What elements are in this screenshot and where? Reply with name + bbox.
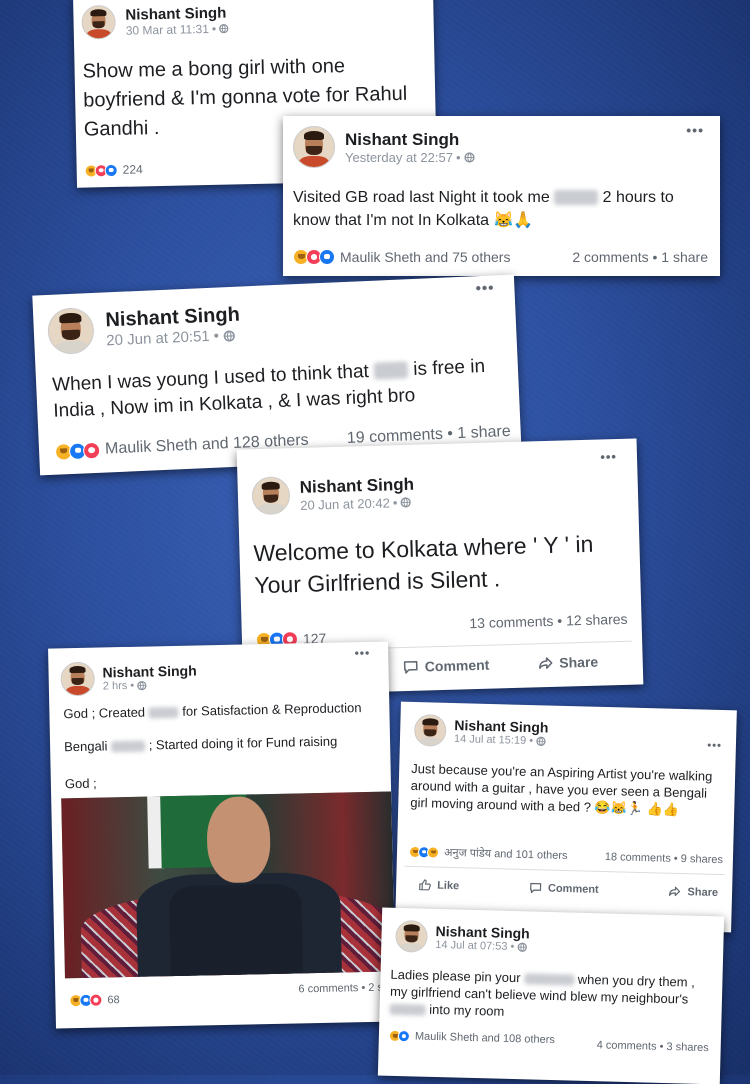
- line2-a: Bengali: [63, 738, 108, 755]
- post-text: Welcome to Kolkata where ' Y ' in Your G…: [253, 530, 594, 599]
- reactions-text[interactable]: अनुज पांडेय and 101 others: [444, 845, 568, 863]
- comment-label: Comment: [424, 656, 490, 675]
- avatar[interactable]: [46, 306, 95, 355]
- globe-icon: [400, 496, 411, 508]
- post-text-part-c: into my room: [429, 1001, 505, 1019]
- post-text: Just because you're an Aspiring Artist y…: [410, 760, 713, 817]
- more-options-icon[interactable]: •••: [686, 122, 704, 138]
- reactions-text[interactable]: Maulik Sheth and 75 others: [340, 249, 510, 265]
- globe-icon: [536, 736, 546, 746]
- reactions-text[interactable]: Maulik Sheth and 108 others: [415, 1030, 555, 1046]
- line1-b: for Satisfaction & Reproduction: [182, 700, 362, 719]
- comment-icon: [403, 660, 418, 674]
- like-reaction-icon: [319, 249, 335, 265]
- post-text: When I was young I used to think that is…: [52, 353, 509, 425]
- author-name[interactable]: Nishant Singh: [102, 662, 196, 680]
- censored-word: [389, 1003, 426, 1016]
- post-text-part-a: Visited GB road last Night it took me: [293, 189, 550, 206]
- reactions-count[interactable]: 224: [123, 162, 143, 176]
- love-reaction-icon: [89, 993, 103, 1007]
- more-options-icon[interactable]: •••: [354, 646, 370, 660]
- censored-word: [148, 706, 179, 719]
- comment-icon: [529, 882, 542, 894]
- comments-shares[interactable]: 2 comments • 1 share: [572, 249, 708, 265]
- line2-b: ; Started doing it for Fund raising: [148, 733, 338, 753]
- censored-word: [554, 190, 599, 206]
- like-reaction-icon: [104, 163, 118, 177]
- post-text: Visited GB road last Night it took me 2 …: [293, 186, 698, 232]
- line3: God ;: [64, 775, 97, 792]
- author-name[interactable]: Nishant Singh: [125, 4, 229, 23]
- post-card-2: ••• Nishant Singh Yesterday at 22:57 • V…: [283, 116, 720, 276]
- comments-shares[interactable]: 13 comments • 12 shares: [469, 611, 628, 631]
- comments-shares[interactable]: 18 comments • 9 shares: [605, 851, 723, 866]
- globe-icon: [223, 329, 235, 342]
- post-time[interactable]: 14 Jul at 15:19: [454, 733, 526, 747]
- post-card-7: Nishant Singh 14 Jul at 07:53 • Ladies p…: [377, 907, 725, 1084]
- sad-reaction-icon: [426, 845, 440, 859]
- line1-a: God ; Created: [63, 704, 146, 722]
- more-options-icon[interactable]: •••: [707, 740, 722, 752]
- post-text: God ; Created for Satisfaction & Reprodu…: [63, 700, 385, 792]
- globe-icon: [463, 151, 475, 163]
- author-name[interactable]: Nishant Singh: [345, 130, 475, 150]
- avatar[interactable]: [293, 126, 335, 168]
- censored-word: [373, 361, 409, 381]
- post-time[interactable]: 20 Jun at 20:51: [106, 328, 210, 349]
- post-time[interactable]: 14 Jul at 07:53: [435, 939, 507, 953]
- more-options-icon[interactable]: •••: [600, 449, 617, 464]
- post-time[interactable]: 20 Jun at 20:42: [300, 495, 390, 512]
- share-label: Share: [559, 653, 599, 671]
- more-options-icon[interactable]: •••: [475, 279, 494, 297]
- like-reaction-icon: [397, 1030, 411, 1043]
- post-text: Ladies please pin your when you dry them…: [389, 966, 714, 1025]
- globe-icon: [137, 680, 147, 691]
- post-text-part-a: Ladies please pin your: [390, 966, 521, 986]
- reactions-count[interactable]: 68: [107, 994, 119, 1006]
- comment-label: Comment: [547, 882, 599, 896]
- like-label: Like: [437, 879, 460, 892]
- share-label: Share: [687, 885, 719, 899]
- like-icon: [419, 879, 431, 891]
- share-button[interactable]: Share: [668, 885, 718, 899]
- love-reaction-icon: [82, 441, 101, 460]
- post-time[interactable]: 30 Mar at 11:31: [126, 21, 209, 37]
- avatar[interactable]: [251, 476, 291, 516]
- censored-word: [524, 973, 575, 986]
- post-time[interactable]: 2 hrs: [103, 680, 128, 693]
- comment-button[interactable]: Comment: [403, 657, 490, 675]
- avatar[interactable]: [81, 4, 116, 40]
- post-card-6: ••• Nishant Singh 14 Jul at 15:19 • Just…: [395, 701, 737, 933]
- comments-shares[interactable]: 4 comments • 3 shares: [597, 1039, 709, 1054]
- share-button[interactable]: Share: [537, 654, 598, 672]
- share-icon: [538, 657, 553, 670]
- avatar[interactable]: [413, 714, 447, 747]
- globe-icon: [517, 942, 527, 952]
- like-button[interactable]: Like: [418, 878, 459, 892]
- post-card-5: ••• Nishant Singh 2 hrs • God ; Created …: [48, 641, 396, 1029]
- post-time[interactable]: Yesterday at 22:57: [345, 150, 453, 165]
- comment-button[interactable]: Comment: [529, 881, 599, 896]
- avatar[interactable]: [60, 661, 96, 697]
- censored-word: [111, 740, 146, 753]
- globe-icon: [219, 23, 229, 33]
- meme-photo[interactable]: [61, 791, 395, 979]
- share-icon: [669, 886, 681, 897]
- avatar[interactable]: [395, 919, 428, 953]
